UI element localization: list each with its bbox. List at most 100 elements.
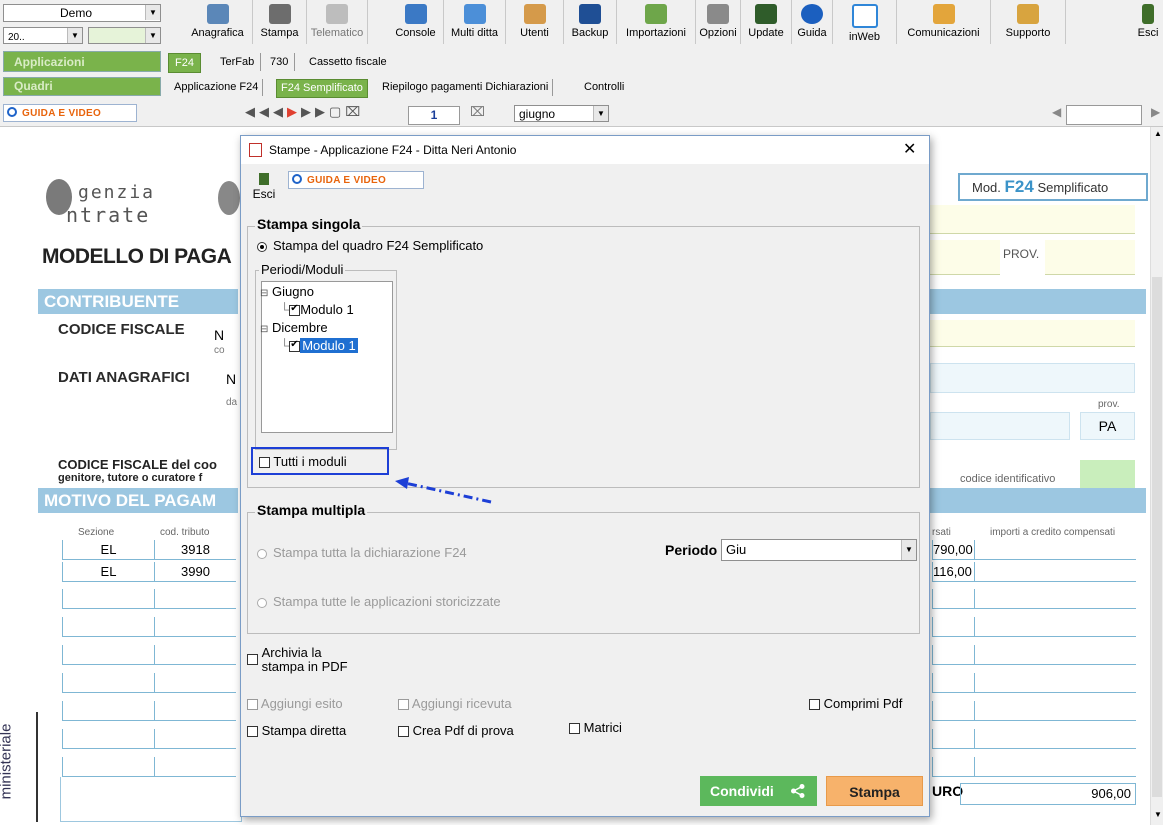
tributo-cell[interactable]: 3990 [154, 562, 236, 582]
stampa-diretta-checkbox[interactable]: Stampa diretta [247, 723, 346, 738]
empty-cell[interactable] [974, 589, 1136, 609]
empty-cell[interactable] [154, 701, 236, 721]
credito-cell[interactable] [974, 562, 1136, 582]
tree-item-modulo-dicembre[interactable]: └Modulo 1 [280, 338, 358, 353]
importazioni-button[interactable]: Importazioni [617, 0, 696, 44]
console-button[interactable]: Console [388, 0, 444, 44]
checkbox-icon[interactable] [289, 339, 301, 353]
tutti-moduli-checkbox[interactable]: Tutti i moduli [259, 454, 347, 469]
month-select[interactable]: giugno ▼ [514, 105, 609, 122]
comprimi-pdf-checkbox[interactable]: Comprimi Pdf [809, 696, 902, 711]
empty-cell[interactable] [62, 757, 154, 777]
empty-cell[interactable] [974, 701, 1136, 721]
radio-stampa-storicizzate[interactable]: Stampa tutte le applicazioni storicizzat… [257, 594, 501, 609]
model-yellow-field[interactable] [930, 205, 1135, 234]
search-field[interactable] [1066, 105, 1142, 125]
scroll-up-icon[interactable]: ▲ [1154, 129, 1162, 138]
aggiungi-esito-checkbox[interactable]: Aggiungi esito [247, 696, 343, 711]
tree-node-dicembre[interactable]: ⊟ Dicembre [260, 320, 328, 335]
tab-730[interactable]: 730 [264, 53, 296, 71]
tab-terfab[interactable]: TerFab [214, 53, 262, 71]
empty-cell[interactable] [62, 645, 154, 665]
empty-cell[interactable] [932, 673, 974, 693]
periodo-select[interactable]: Giu ▼ [721, 539, 917, 561]
empty-cell[interactable] [62, 617, 154, 637]
empty-cell[interactable] [974, 673, 1136, 693]
find-icon[interactable]: ⌧ [470, 104, 485, 120]
guida-button[interactable]: Guida [792, 0, 833, 44]
codice-identificativo-field[interactable] [1080, 460, 1135, 488]
empty-cell[interactable] [932, 729, 974, 749]
empty-cell[interactable] [974, 617, 1136, 637]
empty-cell[interactable] [154, 617, 236, 637]
matrici-checkbox[interactable]: Matrici [569, 720, 622, 735]
prov-field[interactable]: PA [1080, 412, 1135, 440]
comunicazioni-button[interactable]: Comunicazioni [897, 0, 991, 44]
radio-stampa-quadro[interactable]: Stampa del quadro F24 Semplificato [257, 238, 483, 253]
stampa-button[interactable]: Stampa [826, 776, 923, 806]
empty-cell[interactable] [932, 589, 974, 609]
last-record-icon[interactable]: ▶▶ [301, 104, 329, 119]
guida-video-button[interactable]: GUIDA E VIDEO [3, 104, 137, 122]
empty-cell[interactable] [154, 589, 236, 609]
importo-cell[interactable]: 790,00 [932, 540, 974, 560]
telematico-button[interactable]: Telematico [307, 0, 368, 44]
new-record-icon[interactable]: ▢ [329, 104, 345, 119]
empty-cell[interactable] [62, 729, 154, 749]
delete-record-icon[interactable]: ⌧ [345, 104, 364, 119]
scroll-left-icon[interactable]: ◀ [1052, 105, 1061, 119]
dialog-esci-button[interactable]: Esci [249, 172, 279, 208]
empty-cell[interactable] [154, 729, 236, 749]
next-record-icon[interactable]: ▶ [287, 104, 301, 119]
importo-cell[interactable]: 116,00 [932, 562, 974, 582]
empty-cell[interactable] [974, 729, 1136, 749]
year-combo[interactable]: 20.. ▼ [3, 27, 83, 44]
empty-cell[interactable] [154, 645, 236, 665]
tab-cassetto-fiscale[interactable]: Cassetto fiscale [303, 53, 393, 71]
aggiungi-ricevuta-checkbox[interactable]: Aggiungi ricevuta [398, 696, 512, 711]
subtab-applicazione-f24[interactable]: Applicazione F24 [170, 79, 264, 96]
utenti-button[interactable]: Utenti [506, 0, 564, 44]
collapse-icon[interactable]: ⊟ [260, 288, 268, 299]
inweb-button[interactable]: inWeb [833, 0, 897, 44]
empty-cell[interactable] [932, 757, 974, 777]
header-yellow-field[interactable] [930, 240, 1000, 275]
prev-record-icon[interactable]: ◀ [273, 104, 287, 119]
stampa-button[interactable]: Stampa [253, 0, 307, 44]
empty-cell[interactable] [932, 645, 974, 665]
empty-cell[interactable] [154, 673, 236, 693]
quadri-selector[interactable]: Quadri [3, 77, 161, 96]
empty-cell[interactable] [154, 757, 236, 777]
backup-button[interactable]: Backup [564, 0, 617, 44]
empty-cell[interactable] [62, 589, 154, 609]
comune-field[interactable] [930, 412, 1070, 440]
archivia-pdf-checkbox[interactable]: Archivia la stampa in PDF [247, 646, 348, 674]
anagrafica-button[interactable]: Anagrafica [183, 0, 253, 44]
opzioni-button[interactable]: Opzioni [696, 0, 741, 44]
tab-f24[interactable]: F24 [168, 53, 201, 73]
scroll-right-icon[interactable]: ▶ [1151, 105, 1160, 119]
empty-cell[interactable] [62, 701, 154, 721]
periodi-tree[interactable]: ⊟ Giugno └Modulo 1 ⊟ Dicembre └Modulo 1 [260, 281, 393, 433]
subtab-f24-semplificato[interactable]: F24 Semplificato [276, 79, 368, 98]
empty-cell[interactable] [62, 673, 154, 693]
radio-stampa-dichiarazione[interactable]: Stampa tutta la dichiarazione F24 [257, 545, 467, 560]
supporto-button[interactable]: Supporto [991, 0, 1066, 44]
multi-ditta-button[interactable]: Multi ditta [444, 0, 506, 44]
update-button[interactable]: Update [741, 0, 792, 44]
checkbox-icon[interactable] [289, 303, 301, 317]
sezione-cell[interactable]: EL [62, 540, 154, 560]
tree-node-giugno[interactable]: ⊟ Giugno [260, 284, 314, 299]
prov-header-field[interactable] [1045, 240, 1135, 275]
subtab-riepilogo-pagamenti[interactable]: Riepilogo pagamenti Dichiarazioni [378, 79, 554, 96]
first-record-icon[interactable]: ◀◀ [245, 104, 273, 119]
company-combo[interactable]: Demo ▼ [3, 4, 161, 22]
empty-cell[interactable] [974, 645, 1136, 665]
empty-cell[interactable] [974, 757, 1136, 777]
page-number-field[interactable]: 1 [408, 106, 460, 125]
empty-cell[interactable] [932, 617, 974, 637]
saldo-total-field[interactable]: 906,00 [960, 783, 1136, 805]
esci-button[interactable]: Esci [1133, 0, 1163, 44]
vertical-scrollbar[interactable]: ▲ ▼ [1150, 127, 1163, 825]
crea-pdf-prova-checkbox[interactable]: Crea Pdf di prova [398, 723, 514, 738]
